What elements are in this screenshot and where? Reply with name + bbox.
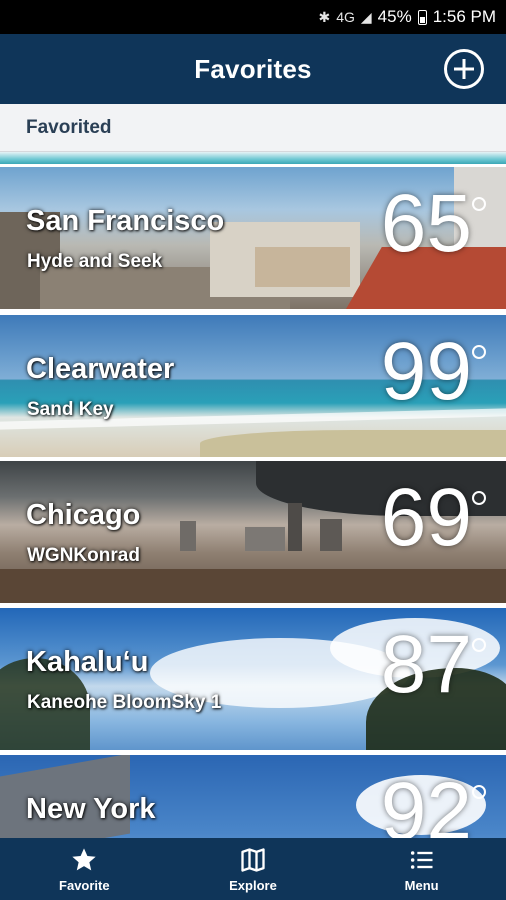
station-name: WGNKonrad	[27, 545, 140, 566]
temperature: 69	[380, 472, 472, 563]
station-name: Sand Key	[27, 399, 114, 420]
temperature: 65	[380, 178, 472, 269]
city-name: New York	[26, 793, 156, 825]
signal-icon: ◢	[360, 8, 372, 25]
nav-menu[interactable]: Menu	[338, 838, 506, 900]
bluetooth-icon: ✱	[318, 8, 331, 25]
nav-label: Explore	[229, 877, 277, 893]
degree-icon	[472, 345, 486, 359]
nav-explore[interactable]: Explore	[169, 838, 337, 900]
degree-icon	[472, 491, 486, 505]
station-name: Hyde and Seek	[27, 251, 163, 272]
nav-favorite[interactable]: Favorite	[0, 838, 168, 900]
degree-icon	[472, 785, 486, 799]
battery-icon	[417, 9, 427, 25]
star-icon	[72, 847, 96, 870]
city-name: Kahalu‘u	[26, 646, 149, 678]
temperature: 99	[380, 326, 472, 417]
city-name: San Francisco	[26, 205, 225, 237]
map-icon	[241, 847, 265, 872]
city-name: Clearwater	[26, 353, 175, 385]
favorite-card-clearwater[interactable]: Clearwater Sand Key 99	[0, 315, 506, 457]
section-header: Favorited	[0, 104, 506, 152]
accent-divider	[0, 152, 506, 164]
degree-icon	[472, 638, 486, 652]
favorite-card-kahaluu[interactable]: Kahalu‘u Kaneohe BloomSky 1 87	[0, 608, 506, 750]
favorite-card-new-york[interactable]: New York 92	[0, 755, 506, 838]
favorites-list[interactable]: San Francisco Hyde and Seek 65 Clearwate…	[0, 167, 506, 838]
temperature: 92	[380, 766, 472, 839]
city-name: Chicago	[26, 499, 141, 531]
degree-icon	[472, 197, 486, 211]
station-name: Kaneohe BloomSky 1	[27, 692, 222, 713]
clock: 1:56 PM	[432, 7, 496, 26]
favorite-card-san-francisco[interactable]: San Francisco Hyde and Seek 65	[0, 167, 506, 309]
favorite-card-chicago[interactable]: Chicago WGNKonrad 69	[0, 461, 506, 603]
add-circle-icon[interactable]	[444, 49, 484, 89]
nav-label: Favorite	[59, 877, 110, 893]
bottom-navigation: Favorite Explore Menu	[0, 838, 506, 900]
nav-label: Menu	[404, 877, 439, 893]
network-label: 4G	[336, 9, 355, 25]
temperature: 87	[380, 619, 472, 710]
battery-percent: 45%	[377, 7, 412, 26]
status-bar: ✱ 4G ◢ 45% 1:56 PM	[0, 0, 506, 34]
section-title: Favorited	[26, 116, 112, 138]
menu-list-icon	[410, 850, 433, 869]
app-bar: Favorites	[0, 34, 506, 104]
page-title: Favorites	[194, 53, 312, 84]
